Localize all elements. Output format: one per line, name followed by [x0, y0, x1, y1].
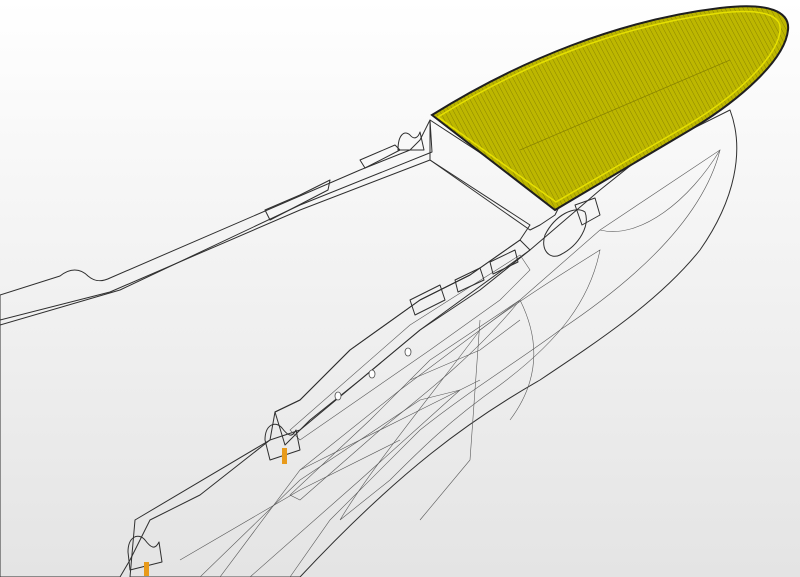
hull-side-panel [219, 149, 721, 577]
orange-marker [144, 562, 149, 576]
hull-panel-line [299, 379, 481, 471]
inner-side-wall-upper [289, 254, 531, 441]
fastener-hole [334, 391, 342, 401]
bow-notch-fitting [397, 131, 425, 151]
hull-lower-shadow [199, 389, 461, 577]
boat-hull-model[interactable] [0, 0, 800, 577]
cad-viewport[interactable] [0, 0, 800, 577]
fastener-hole [368, 369, 376, 379]
bow-cleat-base [574, 197, 601, 226]
hull-panel-line [419, 319, 481, 521]
gunwale-rail-left [0, 119, 433, 326]
orange-marker [282, 448, 287, 464]
rail-tab [264, 179, 331, 221]
rail-tab [409, 284, 446, 316]
fastener-hole [404, 347, 412, 357]
hull-outer-surface [129, 109, 738, 577]
